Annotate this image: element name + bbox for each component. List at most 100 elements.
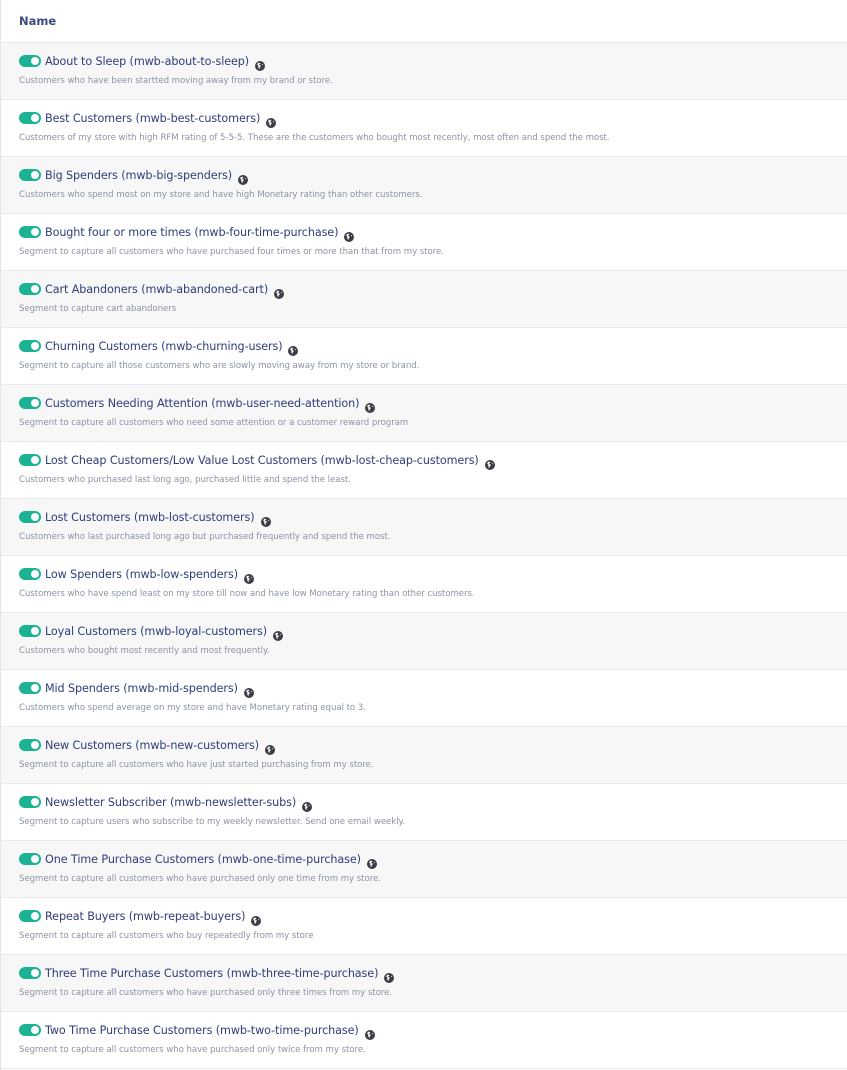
globe-icon bbox=[344, 227, 355, 242]
segment-name-link[interactable]: Big Spenders (mwb-big-spenders) bbox=[45, 169, 232, 182]
globe-icon bbox=[384, 968, 395, 983]
segment-name-link[interactable]: Churning Customers (mwb-churning-users) bbox=[45, 340, 283, 353]
segment-name-link[interactable]: Loyal Customers (mwb-loyal-customers) bbox=[45, 625, 267, 638]
table-row: Churning Customers (mwb-churning-users) S… bbox=[1, 328, 847, 385]
segment-toggle[interactable] bbox=[19, 112, 41, 124]
globe-icon bbox=[251, 911, 262, 926]
segment-title-line: Repeat Buyers (mwb-repeat-buyers) bbox=[19, 909, 847, 926]
toggle-knob bbox=[31, 342, 39, 350]
table-row: Low Spenders (mwb-low-spenders) Customers… bbox=[1, 556, 847, 613]
globe-icon bbox=[244, 569, 255, 584]
segment-title-line: Best Customers (mwb-best-customers) bbox=[19, 111, 847, 128]
segment-title-line: Bought four or more times (mwb-four-time… bbox=[19, 225, 847, 242]
segment-name-link[interactable]: Cart Abandoners (mwb-abandoned-cart) bbox=[45, 283, 268, 296]
table-header: Name bbox=[1, 0, 847, 43]
segment-name-link[interactable]: Repeat Buyers (mwb-repeat-buyers) bbox=[45, 910, 246, 923]
segment-toggle[interactable] bbox=[19, 226, 41, 238]
globe-icon bbox=[255, 56, 266, 71]
segment-toggle[interactable] bbox=[19, 739, 41, 751]
table-row: Lost Cheap Customers/Low Value Lost Cust… bbox=[1, 442, 847, 499]
segment-description: Customers of my store with high RFM rati… bbox=[19, 133, 610, 143]
toggle-knob bbox=[31, 228, 39, 236]
segment-title-line: Lost Customers (mwb-lost-customers) bbox=[19, 510, 847, 527]
segment-title-line: Cart Abandoners (mwb-abandoned-cart) bbox=[19, 282, 847, 299]
segment-toggle[interactable] bbox=[19, 796, 41, 808]
table-row: Best Customers (mwb-best-customers) Custo… bbox=[1, 100, 847, 157]
segment-name-link[interactable]: Mid Spenders (mwb-mid-spenders) bbox=[45, 682, 238, 695]
globe-icon bbox=[238, 170, 249, 185]
toggle-knob bbox=[31, 912, 39, 920]
segment-name-link[interactable]: Low Spenders (mwb-low-spenders) bbox=[45, 568, 238, 581]
globe-icon bbox=[274, 284, 285, 299]
globe-icon bbox=[364, 1025, 375, 1040]
toggle-knob bbox=[31, 570, 39, 578]
table-row: Customers Needing Attention (mwb-user-ne… bbox=[1, 385, 847, 442]
globe-icon bbox=[266, 113, 277, 128]
segment-toggle[interactable] bbox=[19, 454, 41, 466]
toggle-knob bbox=[31, 684, 39, 692]
segment-toggle[interactable] bbox=[19, 169, 41, 181]
segment-name-link[interactable]: Lost Customers (mwb-lost-customers) bbox=[45, 511, 255, 524]
table-row: Bought four or more times (mwb-four-time… bbox=[1, 214, 847, 271]
segment-toggle[interactable] bbox=[19, 682, 41, 694]
table-row: About to Sleep (mwb-about-to-sleep) Custo… bbox=[1, 43, 847, 100]
segment-toggle[interactable] bbox=[19, 853, 41, 865]
segment-toggle[interactable] bbox=[19, 1024, 41, 1036]
toggle-knob bbox=[31, 114, 39, 122]
segment-toggle[interactable] bbox=[19, 55, 41, 67]
toggle-knob bbox=[31, 171, 39, 179]
table-row: Mid Spenders (mwb-mid-spenders) Customers… bbox=[1, 670, 847, 727]
segment-description: Customers who spend average on my store … bbox=[19, 703, 366, 713]
segment-description: Segment to capture all customers who hav… bbox=[19, 874, 381, 884]
segment-name-link[interactable]: Bought four or more times (mwb-four-time… bbox=[45, 226, 338, 239]
segment-description: Segment to capture all customers who hav… bbox=[19, 1045, 366, 1055]
table-row: Three Time Purchase Customers (mwb-three… bbox=[1, 955, 847, 1012]
segments-table: Name About to Sleep (mwb-about-to-sleep)… bbox=[0, 0, 847, 1070]
table-row: Two Time Purchase Customers (mwb-two-tim… bbox=[1, 1012, 847, 1069]
table-row: New Customers (mwb-new-customers) Segment… bbox=[1, 727, 847, 784]
segment-toggle[interactable] bbox=[19, 568, 41, 580]
toggle-knob bbox=[31, 399, 39, 407]
segment-description: Customers who have spend least on my sto… bbox=[19, 589, 475, 599]
segment-name-link[interactable]: Two Time Purchase Customers (mwb-two-tim… bbox=[45, 1024, 359, 1037]
segment-toggle[interactable] bbox=[19, 625, 41, 637]
segment-description: Segment to capture all customers who hav… bbox=[19, 988, 392, 998]
globe-icon bbox=[288, 341, 299, 356]
segment-toggle[interactable] bbox=[19, 967, 41, 979]
segment-name-link[interactable]: Lost Cheap Customers/Low Value Lost Cust… bbox=[45, 454, 479, 467]
name-column-header[interactable]: Name bbox=[19, 14, 56, 28]
segment-toggle[interactable] bbox=[19, 910, 41, 922]
segment-toggle[interactable] bbox=[19, 511, 41, 523]
segment-title-line: Churning Customers (mwb-churning-users) bbox=[19, 339, 847, 356]
toggle-knob bbox=[31, 57, 39, 65]
segment-name-link[interactable]: Best Customers (mwb-best-customers) bbox=[45, 112, 260, 125]
segment-name-link[interactable]: About to Sleep (mwb-about-to-sleep) bbox=[45, 55, 249, 68]
globe-icon bbox=[484, 455, 495, 470]
segment-title-line: About to Sleep (mwb-about-to-sleep) bbox=[19, 54, 847, 71]
toggle-knob bbox=[31, 627, 39, 635]
segment-toggle[interactable] bbox=[19, 283, 41, 295]
segment-toggle[interactable] bbox=[19, 397, 41, 409]
segment-title-line: Mid Spenders (mwb-mid-spenders) bbox=[19, 681, 847, 698]
segment-name-link[interactable]: One Time Purchase Customers (mwb-one-tim… bbox=[45, 853, 361, 866]
segment-name-link[interactable]: New Customers (mwb-new-customers) bbox=[45, 739, 259, 752]
toggle-knob bbox=[31, 855, 39, 863]
segment-title-line: Big Spenders (mwb-big-spenders) bbox=[19, 168, 847, 185]
segment-description: Customers who purchased last long ago, p… bbox=[19, 475, 351, 485]
segment-name-link[interactable]: Three Time Purchase Customers (mwb-three… bbox=[45, 967, 378, 980]
segment-description: Segment to capture users who subscribe t… bbox=[19, 817, 406, 827]
segment-description: Segment to capture all customers who hav… bbox=[19, 247, 444, 257]
segment-name-link[interactable]: Newsletter Subscriber (mwb-newsletter-su… bbox=[45, 796, 296, 809]
segment-title-line: Three Time Purchase Customers (mwb-three… bbox=[19, 966, 847, 983]
segment-name-link[interactable]: Customers Needing Attention (mwb-user-ne… bbox=[45, 397, 359, 410]
toggle-knob bbox=[31, 285, 39, 293]
globe-icon bbox=[366, 854, 377, 869]
segment-description: Segment to capture all customers who buy… bbox=[19, 931, 314, 941]
table-row: One Time Purchase Customers (mwb-one-tim… bbox=[1, 841, 847, 898]
segment-title-line: New Customers (mwb-new-customers) bbox=[19, 738, 847, 755]
table-row: Big Spenders (mwb-big-spenders) Customers… bbox=[1, 157, 847, 214]
segment-description: Segment to capture all customers who hav… bbox=[19, 760, 374, 770]
globe-icon bbox=[243, 683, 254, 698]
segment-description: Segment to capture all those customers w… bbox=[19, 361, 420, 371]
segment-toggle[interactable] bbox=[19, 340, 41, 352]
